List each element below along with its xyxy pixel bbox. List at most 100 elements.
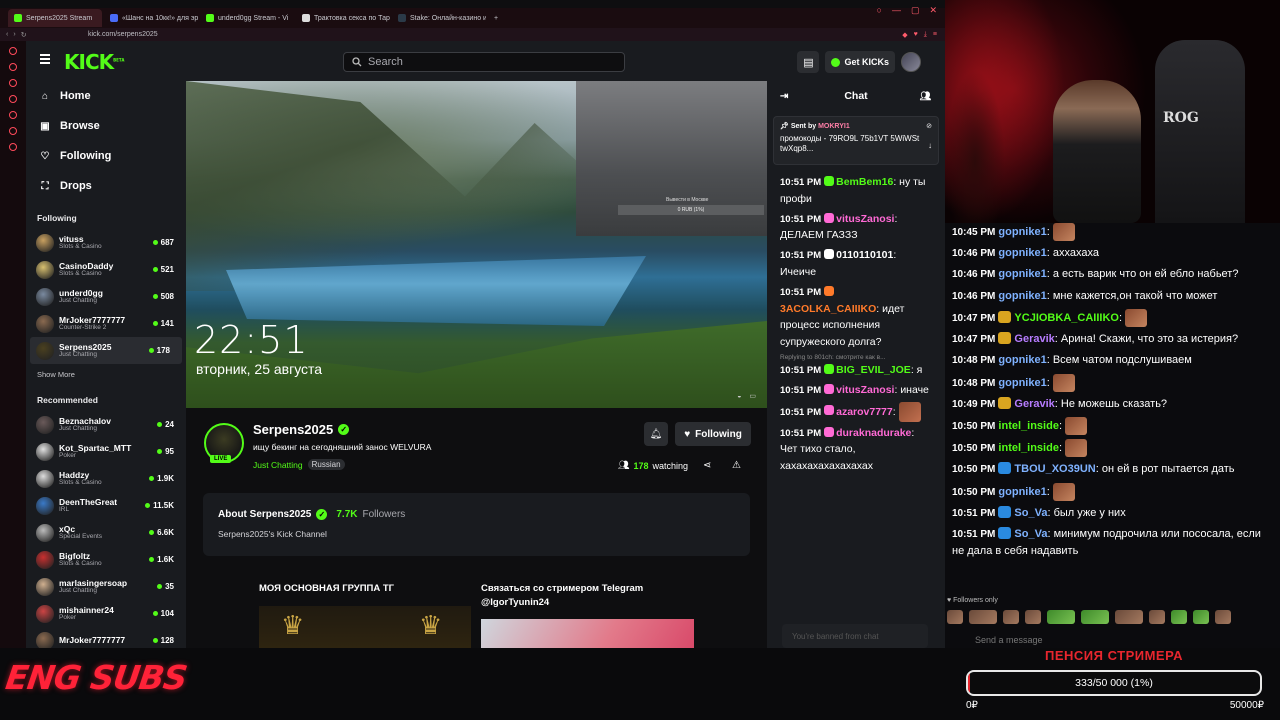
pinned-message[interactable]: 📌︎ Sent by MOKRYI1 промокоды - 79RO9L 75… — [773, 116, 939, 165]
hide-pin-icon[interactable]: ⊘ — [926, 122, 932, 130]
back-icon[interactable]: ‹ — [6, 31, 8, 38]
menu-icon[interactable]: ≡ — [933, 31, 937, 38]
reload-icon[interactable]: ↻ — [21, 31, 27, 39]
sidebar-history-icon[interactable] — [9, 95, 17, 103]
message-text: Не можешь сказать? — [1060, 397, 1168, 410]
nav-following[interactable]: ♡ Following — [26, 141, 186, 171]
channel-item[interactable]: xQc Special Events 6.6K — [26, 519, 186, 546]
sidebar-telegram-icon[interactable] — [9, 79, 17, 87]
category-link[interactable]: Just Chatting — [253, 460, 303, 470]
message-text: Всем чатом подслушиваем — [1052, 354, 1192, 367]
bookmark-icon[interactable]: ♥ — [914, 31, 918, 38]
channel-item[interactable]: vituss Slots & Casino 687 — [26, 229, 186, 256]
tab-label: Serpens2025 Stream — [26, 14, 93, 22]
browser-tab[interactable]: underd0gg Stream - Vi — [200, 9, 294, 27]
nav-browse[interactable]: ▣ Browse — [26, 111, 186, 141]
message-username[interactable]: 3ACOLKA_CAIIIKO — [780, 303, 876, 315]
panel-image-crowns[interactable]: ♛ ♛ — [259, 606, 471, 648]
channel-item[interactable]: MrJoker7777777 Counter-Strike 2 141 — [26, 310, 186, 337]
panel-image-contact[interactable] — [481, 619, 694, 648]
message-username[interactable]: vitusZanosi — [836, 213, 894, 225]
sidebar-vk-icon[interactable] — [9, 63, 17, 71]
profile-icon[interactable]: ○ — [877, 5, 882, 15]
kick-logo[interactable]: KICKBETA — [64, 50, 124, 74]
new-tab-button[interactable]: + — [488, 9, 504, 27]
channel-item[interactable]: Kot_Spartac_MTT Poker 95 — [26, 438, 186, 465]
channel-item[interactable]: DeenTheGreat IRL 11.5K — [26, 492, 186, 519]
clips-button[interactable]: ▤ — [797, 51, 820, 73]
chat-message: 10:51 PM BIG_EVIL_JOE: я — [780, 363, 923, 376]
video-player[interactable]: Вывести в Москве 0 RUB (1%) 22:51 вторни… — [186, 81, 767, 408]
share-icon[interactable]: ⋖ — [703, 460, 711, 471]
stream-category: Just Chatting Russian — [253, 459, 345, 470]
streamer-name[interactable]: Serpens2025 ✓ — [253, 422, 350, 437]
minimize-icon[interactable]: — — [892, 5, 901, 15]
sidebar-more-icon[interactable] — [9, 143, 17, 151]
download-icon[interactable]: ⤓ — [924, 31, 927, 39]
channel-avatar — [36, 496, 54, 515]
message-username[interactable]: 0110110101 — [836, 249, 893, 261]
report-icon[interactable]: ⚠ — [732, 460, 741, 471]
close-icon[interactable]: ✕ — [929, 5, 937, 16]
language-tag[interactable]: Russian — [307, 459, 345, 470]
message-username[interactable]: BIG_EVIL_JOE — [836, 364, 911, 376]
sidebar-clock-icon[interactable] — [9, 127, 17, 135]
search-input[interactable]: Search — [343, 52, 625, 72]
browser-tab[interactable]: «Шанс на 10кк!» для эри — [104, 9, 198, 27]
channel-item[interactable]: mishainner24 Poker 104 — [26, 600, 186, 627]
channel-item[interactable]: MrJoker7777777 128 — [26, 627, 186, 648]
address-bar[interactable]: ‹ › ↻ kick.com/serpens2025 ◆ ♥ ⤓ ≡ — [0, 28, 945, 41]
overlay-chat-message: 10:50 PM TBOU_XO39UN: он ей в рот пытает… — [952, 462, 1235, 476]
message-username[interactable]: BemBem16 — [836, 176, 893, 188]
user-avatar[interactable] — [901, 52, 921, 72]
show-more-link[interactable]: Show More — [26, 370, 186, 379]
get-kicks-button[interactable]: Get KICKs — [825, 51, 895, 73]
message-time: 10:51 PM — [952, 507, 996, 519]
forward-icon[interactable]: › — [13, 31, 15, 38]
following-button[interactable]: ♥ Following — [675, 422, 751, 446]
channel-viewers: 35 — [157, 582, 174, 591]
channel-item[interactable]: Serpens2025 Just Chatting 178 — [30, 337, 182, 364]
nav-drops[interactable]: ⛶ Drops — [26, 171, 186, 201]
channel-names: DeenTheGreat IRL — [59, 498, 145, 514]
user-badge-icon — [824, 176, 835, 186]
chat-users-icon[interactable]: 👥︎ — [920, 91, 931, 102]
message-time: 10:51 PM — [780, 406, 822, 418]
message-username: intel_inside — [998, 442, 1059, 455]
hamburger-menu-icon[interactable] — [40, 54, 50, 64]
message-username[interactable]: azarov7777 — [836, 405, 893, 417]
notification-button[interactable]: 🔔︎ — [644, 422, 668, 446]
emote-icon — [1065, 416, 1088, 435]
channel-item[interactable]: marlasingersoap Just Chatting 35 — [26, 573, 186, 600]
collapse-chat-icon[interactable]: ⇥ — [780, 91, 788, 102]
user-badge-icon — [998, 396, 1012, 409]
expand-pin-icon[interactable]: ↓ — [928, 141, 932, 150]
channel-category: Counter-Strike 2 — [59, 323, 107, 331]
browser-tab[interactable]: Трактовка секса по Таро — [296, 9, 390, 27]
browser-tab[interactable]: Serpens2025 Stream — [8, 9, 102, 27]
channel-item[interactable]: Bigfoltz Slots & Casino 1.6K — [26, 546, 186, 573]
emote-icon — [1052, 482, 1075, 501]
eng-subs-logo: ENG SUBS — [3, 658, 189, 697]
channel-item[interactable]: Haddzy Slots & Casino 1.9K — [26, 465, 186, 492]
extension-icon[interactable]: ◆ — [902, 31, 907, 39]
channel-item[interactable]: CasinoDaddy Slots & Casino 521 — [26, 256, 186, 283]
sidebar-messenger-icon[interactable] — [9, 47, 17, 55]
message-username[interactable]: duraknadurake — [836, 427, 911, 439]
tab-favicon-icon — [398, 14, 406, 22]
channel-names: Serpens2025 Just Chatting — [59, 343, 149, 359]
nav-home[interactable]: ⌂ Home — [26, 81, 186, 111]
user-badge-icon — [824, 285, 835, 296]
browser-tab[interactable]: Stake: Онлайн-казино и с — [392, 9, 486, 27]
maximize-icon[interactable]: ▢ — [911, 5, 920, 16]
message-username[interactable]: vitusZanosi — [836, 384, 894, 396]
overlay-chat-message: 10:45 PM gopnike1: — [952, 223, 1274, 241]
get-kicks-label: Get KICKs — [844, 57, 889, 67]
url-text[interactable]: kick.com/serpens2025 — [88, 31, 158, 38]
sidebar-settings-icon[interactable] — [9, 111, 17, 119]
channel-item[interactable]: Beznachalov Just Chatting 24 — [26, 411, 186, 438]
channel-item[interactable]: underd0gg Just Chatting 508 — [26, 283, 186, 310]
channel-category: Slots & Casino — [59, 559, 102, 567]
chat-input[interactable]: You're banned from chat — [782, 624, 928, 648]
message-time: 10:48 PM — [952, 355, 996, 367]
